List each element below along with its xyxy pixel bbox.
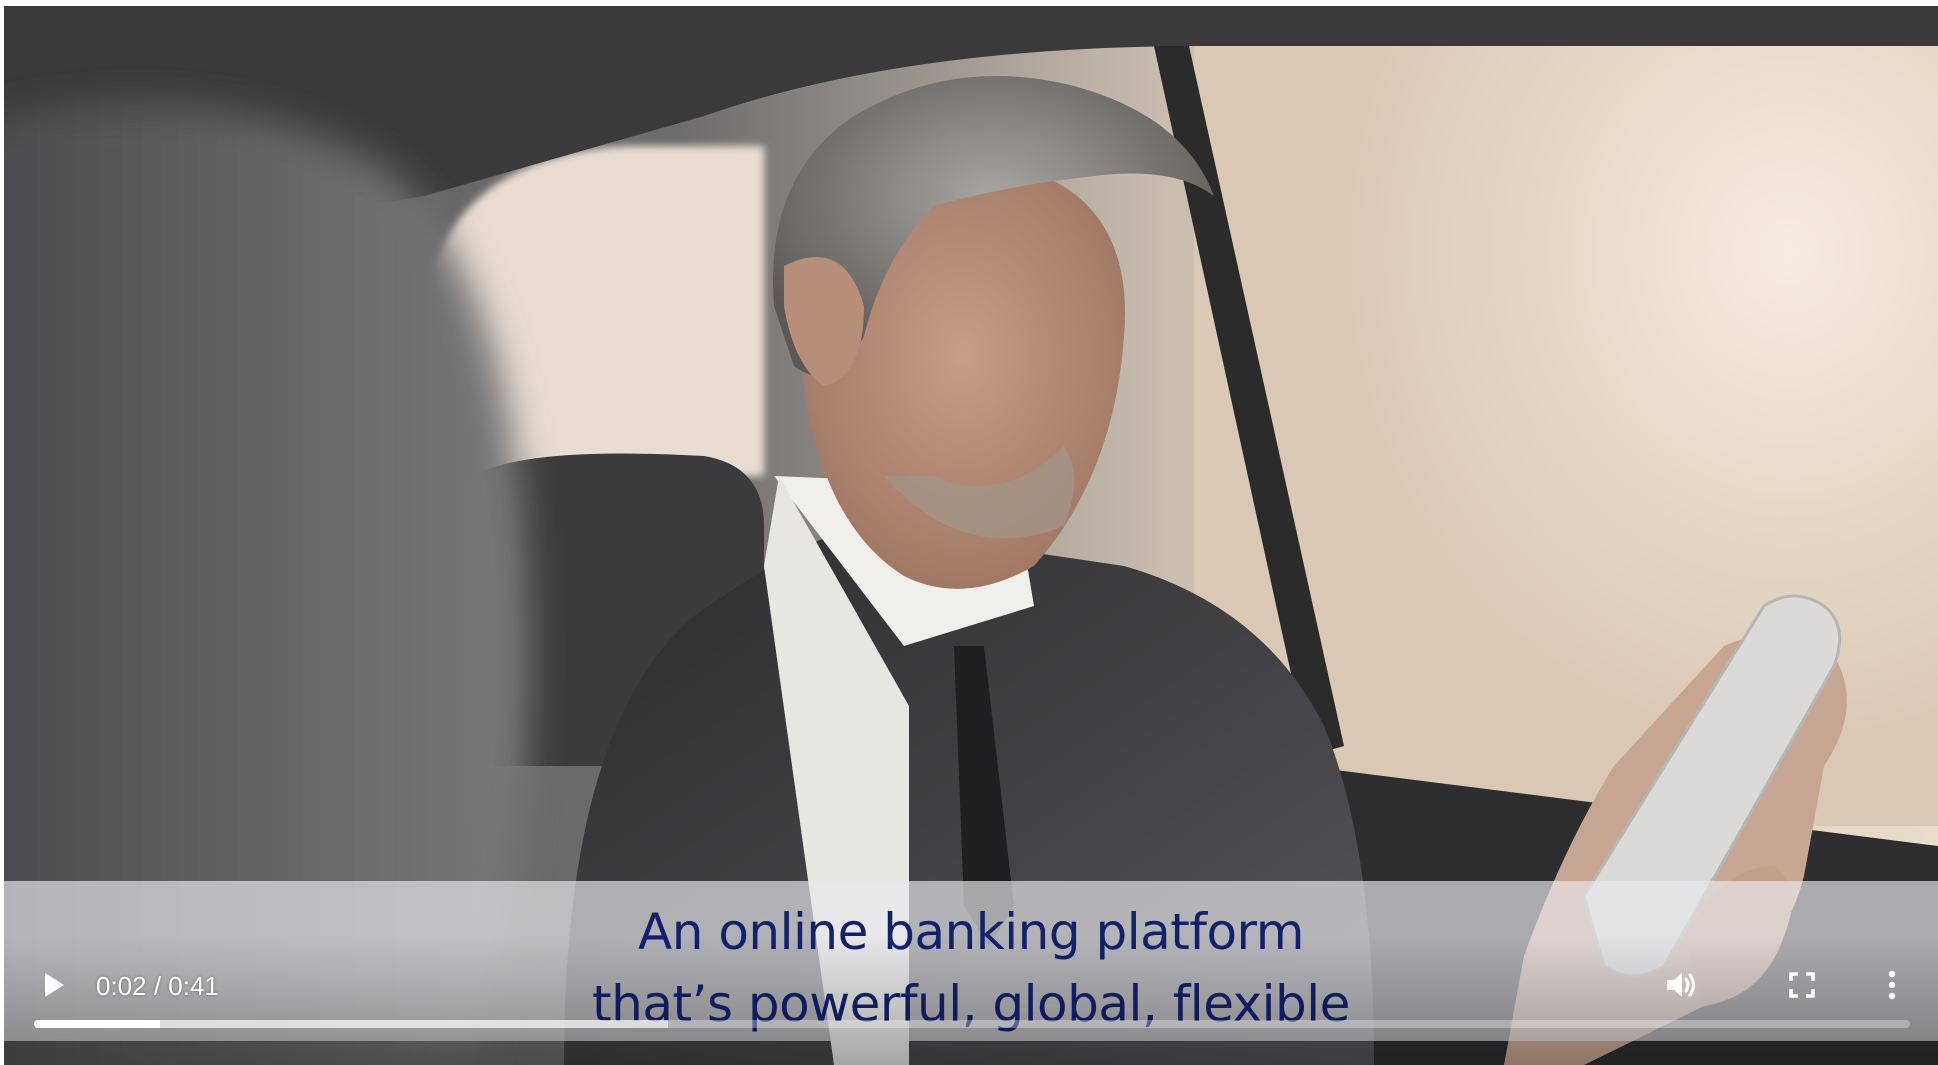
more-options-button[interactable] <box>1868 961 1916 1009</box>
volume-button[interactable] <box>1658 961 1706 1009</box>
video-player[interactable]: An online banking platform that’s powerf… <box>4 6 1938 1065</box>
fullscreen-button[interactable] <box>1778 961 1826 1009</box>
video-controls: 0:02 / 0:41 <box>4 945 1938 1065</box>
play-icon <box>45 973 64 997</box>
progress-played <box>34 1020 160 1028</box>
more-options-icon <box>1888 970 1896 1000</box>
progress-bar[interactable] <box>34 1020 1910 1028</box>
fullscreen-icon <box>1789 972 1815 998</box>
volume-icon <box>1667 973 1695 997</box>
play-button[interactable] <box>30 961 78 1009</box>
time-display: 0:02 / 0:41 <box>96 971 219 1001</box>
